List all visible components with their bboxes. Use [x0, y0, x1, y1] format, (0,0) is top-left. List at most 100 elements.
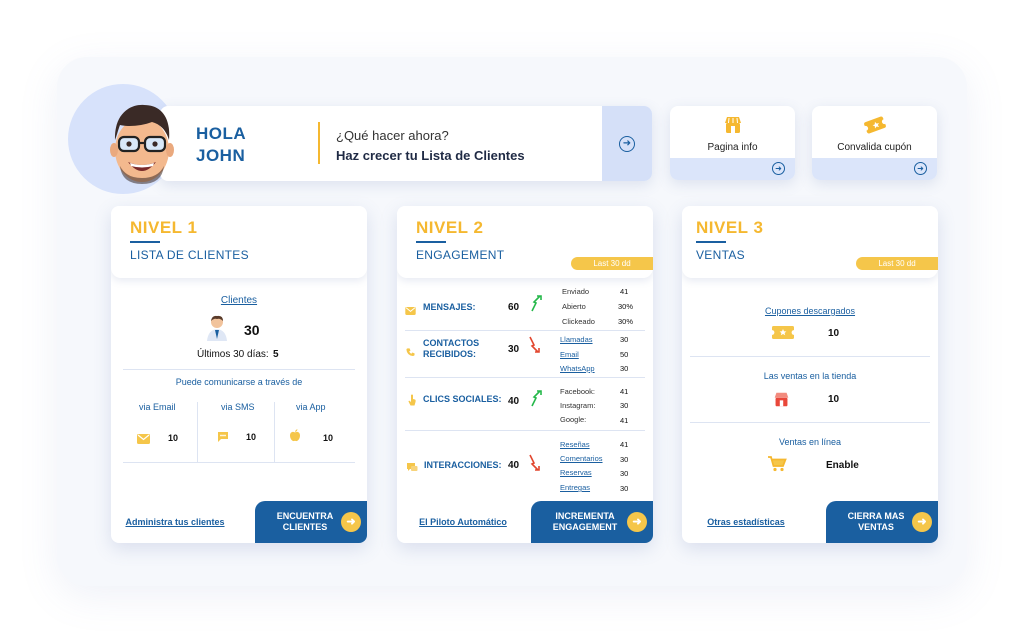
clients-link[interactable]: Clientes — [111, 295, 367, 306]
online-value: Enable — [826, 460, 859, 471]
detail-value: 30 — [620, 335, 629, 344]
arrow-right-icon: ➜ — [619, 135, 635, 152]
mensajes-value: 60 — [508, 302, 520, 313]
detail-value: 41 — [620, 416, 629, 425]
cupones-value: 10 — [828, 328, 840, 339]
greeting-card: HOLA JOHN ¿Qué hacer ahora? Haz crecer t… — [160, 106, 652, 181]
greeting-go-button[interactable]: ➜ — [602, 106, 652, 181]
detail-name: Google: — [560, 415, 587, 424]
divider — [405, 430, 645, 431]
chat-icon — [406, 460, 418, 478]
divider — [274, 402, 275, 462]
phone-icon — [406, 344, 415, 362]
last-30-badge: Last 30 dd — [856, 257, 938, 270]
cupones-link[interactable]: Cupones descargados — [682, 306, 938, 316]
divider — [690, 356, 930, 357]
administra-clientes-link[interactable]: Administra tus clientes — [117, 501, 233, 543]
interacciones-label: INTERACCIONES: — [424, 460, 502, 470]
channel-app-value: 10 — [323, 433, 334, 443]
divider — [405, 330, 645, 331]
detail-link[interactable]: Reservas — [560, 468, 592, 477]
store-icon — [670, 115, 795, 140]
divider — [405, 377, 645, 378]
cta-label: CIERRA MAS VENTAS — [847, 511, 905, 532]
tienda-label: Las ventas en la tienda — [763, 371, 857, 381]
convalida-cupon-card[interactable]: Convalida cupón ➜ — [812, 106, 937, 180]
detail-name: Clickeado — [562, 317, 595, 326]
detail-link[interactable]: Comentarios — [560, 454, 603, 463]
tienda-value: 10 — [828, 394, 840, 405]
detail-name: Facebook: — [560, 387, 596, 396]
detail-value: 41 — [620, 387, 629, 396]
pagina-info-footer: ➜ — [670, 158, 795, 180]
detail-link[interactable]: Entregas — [560, 483, 590, 492]
detail-value: 41 — [620, 440, 629, 449]
detail-value: 30 — [620, 484, 629, 493]
cart-icon — [768, 456, 788, 477]
detail-value: 30% — [618, 317, 634, 326]
panel-nivel-3: NIVEL 3 VENTAS Last 30 dd Cupones descar… — [682, 206, 938, 543]
clics-value: 40 — [508, 396, 520, 407]
detail-value: 30% — [618, 302, 634, 311]
contactos-value: 30 — [508, 344, 520, 355]
panel-2-subtitle: ENGAGEMENT — [416, 248, 505, 262]
panel-3-level: NIVEL 3 — [696, 218, 764, 237]
last-30-badge: Last 30 dd — [571, 257, 653, 270]
detail-value: 30 — [620, 364, 629, 373]
detail-name: Abierto — [562, 302, 586, 311]
panel-1-subtitle: LISTA DE CLIENTES — [130, 248, 249, 262]
piloto-automatico-link[interactable]: El Piloto Automático — [403, 501, 523, 543]
channel-sms-label: via SMS — [221, 402, 255, 412]
client-person-icon — [205, 314, 229, 347]
trend-up-icon — [530, 294, 544, 317]
panel-nivel-1: NIVEL 1 LISTA DE CLIENTES Clientes 30 Úl… — [111, 206, 367, 543]
detail-link[interactable]: Llamadas — [560, 335, 593, 344]
apple-icon — [289, 429, 301, 447]
panel-1-header: NIVEL 1 LISTA DE CLIENTES — [111, 206, 367, 278]
convalida-cupon-label: Convalida cupón — [837, 142, 912, 153]
detail-link[interactable]: Email — [560, 350, 579, 359]
encuentra-clientes-button[interactable]: ENCUENTRA CLIENTES ➜ — [255, 501, 367, 543]
trend-down-icon — [528, 336, 542, 359]
arrow-right-icon: ➜ — [341, 512, 361, 532]
divider — [197, 402, 198, 462]
detail-value: 41 — [620, 287, 629, 296]
clients-count: 30 — [244, 322, 260, 338]
incrementa-engagement-button[interactable]: INCREMENTA ENGAGEMENT ➜ — [531, 501, 653, 543]
online-label: Ventas en línea — [778, 437, 842, 447]
detail-value: 30 — [620, 401, 629, 410]
detail-link[interactable]: WhatsApp — [560, 364, 595, 373]
otras-estadisticas-link[interactable]: Otras estadísticas — [688, 501, 804, 543]
email-icon — [405, 302, 416, 320]
panel-2-level: NIVEL 2 — [416, 218, 484, 237]
greeting-action: Haz crecer tu Lista de Clientes — [336, 148, 525, 163]
trend-up-icon — [530, 389, 544, 412]
panel-3-subtitle: VENTAS — [696, 248, 745, 262]
arrow-right-icon: ➜ — [772, 162, 785, 175]
arrow-right-icon: ➜ — [912, 512, 932, 532]
cta-label: INCREMENTA ENGAGEMENT — [552, 511, 618, 532]
greeting-title: HOLA JOHN — [196, 124, 246, 165]
divider — [123, 462, 355, 463]
panel-nivel-2: NIVEL 2 ENGAGEMENT Last 30 dd MENSAJES: … — [397, 206, 653, 543]
cta-label: ENCUENTRA CLIENTES — [276, 511, 334, 532]
interacciones-value: 40 — [508, 460, 520, 471]
channel-email-label: via Email — [139, 402, 176, 412]
panel-2-header: NIVEL 2 ENGAGEMENT Last 30 dd — [397, 206, 653, 278]
arrow-right-icon: ➜ — [627, 512, 647, 532]
panel-1-level: NIVEL 1 — [130, 218, 198, 237]
cierra-mas-ventas-button[interactable]: CIERRA MAS VENTAS ➜ — [826, 501, 938, 543]
detail-name: Enviado — [562, 287, 590, 296]
detail-link[interactable]: Reseñas — [560, 440, 590, 449]
store-icon — [773, 391, 790, 413]
pagina-info-card[interactable]: Pagina info ➜ — [670, 106, 795, 180]
convalida-cupon-footer: ➜ — [812, 158, 937, 180]
channel-sms-value: 10 — [246, 432, 257, 442]
panel-2-level-underline — [416, 241, 446, 243]
coupon-icon — [769, 326, 797, 344]
channel-email-value: 10 — [168, 433, 179, 443]
hand-icon — [408, 393, 416, 411]
panel-3-header: NIVEL 3 VENTAS Last 30 dd — [682, 206, 938, 278]
arrow-right-icon: ➜ — [914, 162, 927, 175]
detail-value: 50 — [620, 350, 629, 359]
